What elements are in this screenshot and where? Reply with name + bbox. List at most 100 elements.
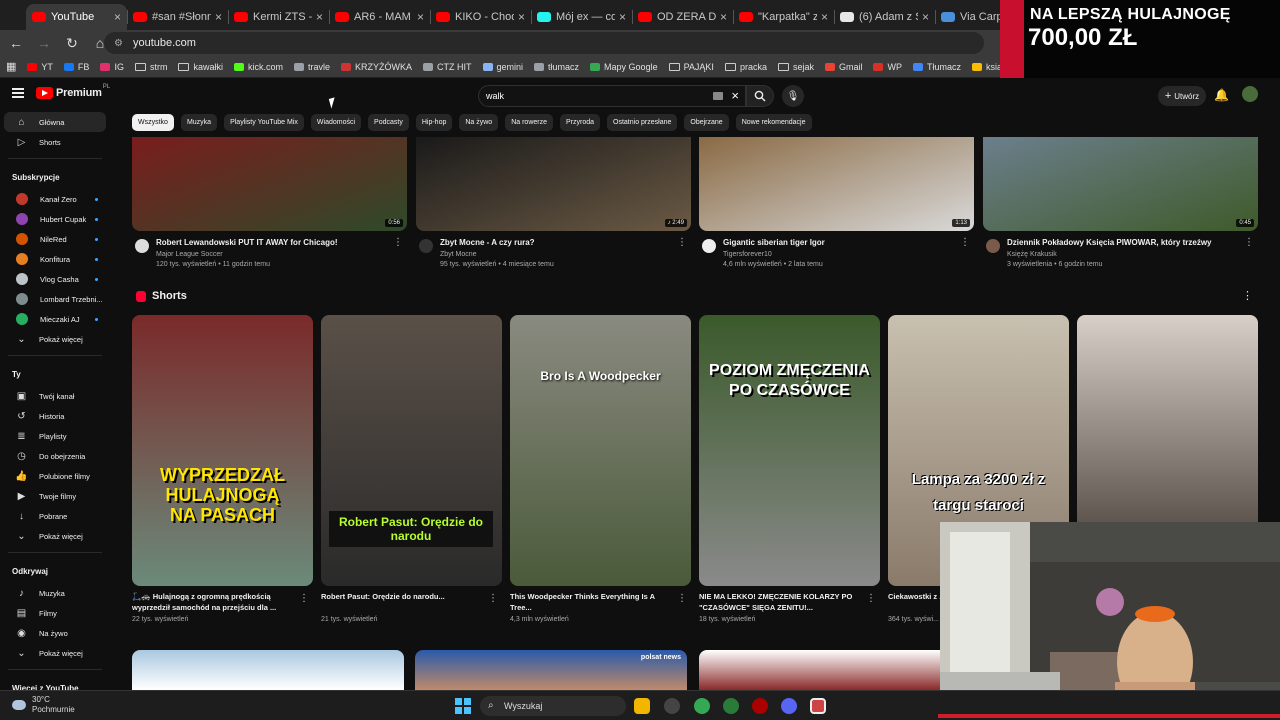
bookmark-gemini[interactable]: gemini (482, 62, 523, 72)
file-explorer-icon[interactable] (634, 698, 650, 714)
sidebar-item-shorts[interactable]: ▷ Shorts (4, 132, 106, 152)
sidebar-item-kanał-zero[interactable]: Kanał Zero (4, 189, 106, 209)
sidebar-item-twoje-filmy[interactable]: ▶ Twoje filmy (4, 486, 106, 506)
video-card[interactable]: 1:13 Gigantic siberian tiger Igor Tigersfo… (699, 137, 974, 271)
bookmark-mapy-google[interactable]: Mapy Google (590, 62, 658, 72)
close-tab-icon[interactable]: × (417, 10, 424, 24)
more-actions-icon[interactable]: ⋮ (866, 593, 876, 604)
back-icon[interactable]: ← (4, 32, 28, 54)
close-tab-icon[interactable]: × (114, 10, 121, 24)
subscriptions-heading[interactable]: Subskrypcje (0, 165, 110, 189)
video-thumbnail[interactable] (132, 650, 404, 690)
browser-tab[interactable]: Mój ex — co rc × (531, 4, 632, 30)
bookmark-travle[interactable]: travle (293, 62, 330, 72)
video-title[interactable]: Zbyt Mocne - A czy rura? (440, 238, 670, 247)
sidebar-item-historia[interactable]: ↺ Historia (4, 406, 106, 426)
browser-tab[interactable]: #san #Słonne - × (127, 4, 228, 30)
chip-na-rowerze[interactable]: Na rowerze (505, 114, 553, 131)
apps-icon[interactable]: ▦ (6, 60, 16, 73)
windows-start-icon[interactable] (455, 698, 471, 714)
chip-obejrzane[interactable]: Obejrzane (684, 114, 729, 131)
browser-tab[interactable]: "Karpatka" zroł × (733, 4, 834, 30)
bookmark-krzyżówka[interactable]: KRZYŻÓWKA (341, 62, 412, 72)
short-title[interactable]: This Woodpecker Thinks Everything Is A T… (510, 591, 691, 613)
you-heading[interactable]: Ty (0, 362, 110, 386)
bookmark-yt[interactable]: YT (27, 62, 53, 72)
short-thumbnail[interactable]: WYPRZEDZAŁ HULAJNOGĄ NA PASACH (132, 315, 313, 586)
create-button[interactable]: + Utwórz (1158, 86, 1206, 106)
clear-search-icon[interactable]: × (731, 88, 739, 103)
close-tab-icon[interactable]: × (215, 10, 222, 24)
chrome-icon[interactable] (694, 698, 710, 714)
short-thumbnail[interactable]: Bro Is A Woodpecker (510, 315, 691, 586)
close-tab-icon[interactable]: × (720, 10, 727, 24)
more-actions-icon[interactable]: ⋮ (960, 237, 970, 248)
bookmark-sejak[interactable]: sejak (777, 62, 814, 72)
short-card[interactable]: WYPRZEDZAŁ HULAJNOGĄ NA PASACH 🛴🚓 Hulajno… (132, 315, 313, 623)
video-thumbnail[interactable] (699, 650, 971, 690)
sidebar-item-muzyka[interactable]: ♪ Muzyka (4, 583, 106, 603)
sidebar-item-vlog-casha[interactable]: Vlog Casha (4, 269, 106, 289)
voice-search-icon[interactable]: 🎙 (782, 85, 804, 107)
chip-ostatnio-przesłane[interactable]: Ostatnio przesłane (607, 114, 678, 131)
bookmark-pracka[interactable]: pracka (724, 62, 767, 72)
streaming-app-icon[interactable] (810, 698, 826, 714)
short-card[interactable]: Robert Pasut: Orędzie do narodu Robert Pa… (321, 315, 502, 623)
sidebar-item-nilered[interactable]: NileRed (4, 229, 106, 249)
chip-playlisty-youtube-mix[interactable]: Playlisty YouTube Mix (224, 114, 304, 131)
browser-tab[interactable]: OD ZERA DO A × (632, 4, 733, 30)
short-card[interactable]: Bro Is A Woodpecker This Woodpecker Think… (510, 315, 691, 623)
sidebar-item-show-more[interactable]: ⌄ Pokaż więcej (4, 329, 106, 349)
hamburger-menu-icon[interactable] (12, 88, 24, 98)
video-card[interactable]: 0:45 Dziennik Pokładowy Księcia PIWOWAR, … (983, 137, 1258, 271)
opera-icon[interactable] (752, 698, 768, 714)
bookmark-tłumacz[interactable]: tłumacz (534, 62, 579, 72)
channel-avatar[interactable] (419, 239, 433, 253)
browser-tab[interactable]: YouTube × (26, 4, 127, 30)
video-title[interactable]: Robert Lewandowski PUT IT AWAY for Chica… (156, 238, 386, 247)
video-thumbnail[interactable]: ♪ 2:49 (416, 137, 691, 231)
sidebar-item-na-żywo[interactable]: ◉ Na żywo (4, 623, 106, 643)
bookmark-kick-com[interactable]: kick.com (233, 62, 283, 72)
sidebar-item-lombard-trzebni-[interactable]: Lombard Trzebni... (4, 289, 106, 309)
bookmark-pająki[interactable]: PAJĄKI (668, 62, 714, 72)
browser-tab[interactable]: AR6 - MAM PL × (329, 4, 430, 30)
chip-muzyka[interactable]: Muzyka (180, 114, 218, 131)
close-tab-icon[interactable]: × (619, 10, 626, 24)
weather-widget[interactable]: 30°C Pochmurnie (12, 695, 75, 715)
short-card[interactable]: POZIOM ZMĘCZENIA PO CZASÓWCE NIE MA LEKKO… (699, 315, 880, 623)
chip-wszystko[interactable]: Wszystko (132, 114, 174, 131)
browser-tab[interactable]: Kermi ZTS - Yo × (228, 4, 329, 30)
shorts-menu-icon[interactable]: ⋮ (1242, 289, 1253, 302)
more-actions-icon[interactable]: ⋮ (677, 237, 687, 248)
site-info-icon[interactable]: ⚙ (114, 38, 123, 49)
keyboard-icon[interactable] (713, 92, 723, 100)
short-title[interactable]: 🛴🚓 Hulajnogą z ogromną prędkością wyprze… (132, 591, 313, 613)
close-tab-icon[interactable]: × (922, 10, 929, 24)
chip-hip-hop[interactable]: Hip-hop (415, 114, 453, 131)
channel-name[interactable]: Tigersforever10 (723, 251, 772, 258)
discord-icon[interactable] (781, 698, 797, 714)
sidebar-item-pobrane[interactable]: ↓ Pobrane (4, 506, 106, 526)
video-thumbnail[interactable]: 0:56 (132, 137, 407, 231)
sidebar-item-główna[interactable]: ⌂ Główna (4, 112, 106, 132)
bookmark-kawałki[interactable]: kawałki (178, 62, 223, 72)
sidebar-item-polubione-filmy[interactable]: 👍 Polubione filmy (4, 466, 106, 486)
bookmark-ig[interactable]: IG (100, 62, 124, 72)
settings-icon[interactable] (664, 698, 680, 714)
bookmark-gmail[interactable]: Gmail (824, 62, 862, 72)
video-title[interactable]: Gigantic siberian tiger Igor (723, 238, 953, 247)
channel-name[interactable]: Zbyt Mocne (440, 251, 477, 258)
search-input[interactable]: walk × (478, 85, 746, 107)
sidebar-item-pokaż-więcej[interactable]: ⌄ Pokaż więcej (4, 643, 106, 663)
browser-tab[interactable]: KIKO - Chodź k × (430, 4, 531, 30)
video-thumbnail[interactable]: polsat news (415, 650, 687, 690)
short-thumbnail[interactable]: POZIOM ZMĘCZENIA PO CZASÓWCE (699, 315, 880, 586)
forward-icon[interactable]: → (32, 32, 56, 54)
bookmark-ctz-hit[interactable]: CTZ HIT (423, 62, 472, 72)
address-bar[interactable]: ⚙ youtube.com (104, 32, 984, 54)
bookmark-wp[interactable]: WP (873, 62, 902, 72)
notifications-bell-icon[interactable]: 🔔 (1214, 88, 1229, 102)
channel-name[interactable]: Major League Soccer (156, 251, 223, 258)
bookmark-strm[interactable]: strm (134, 62, 167, 72)
